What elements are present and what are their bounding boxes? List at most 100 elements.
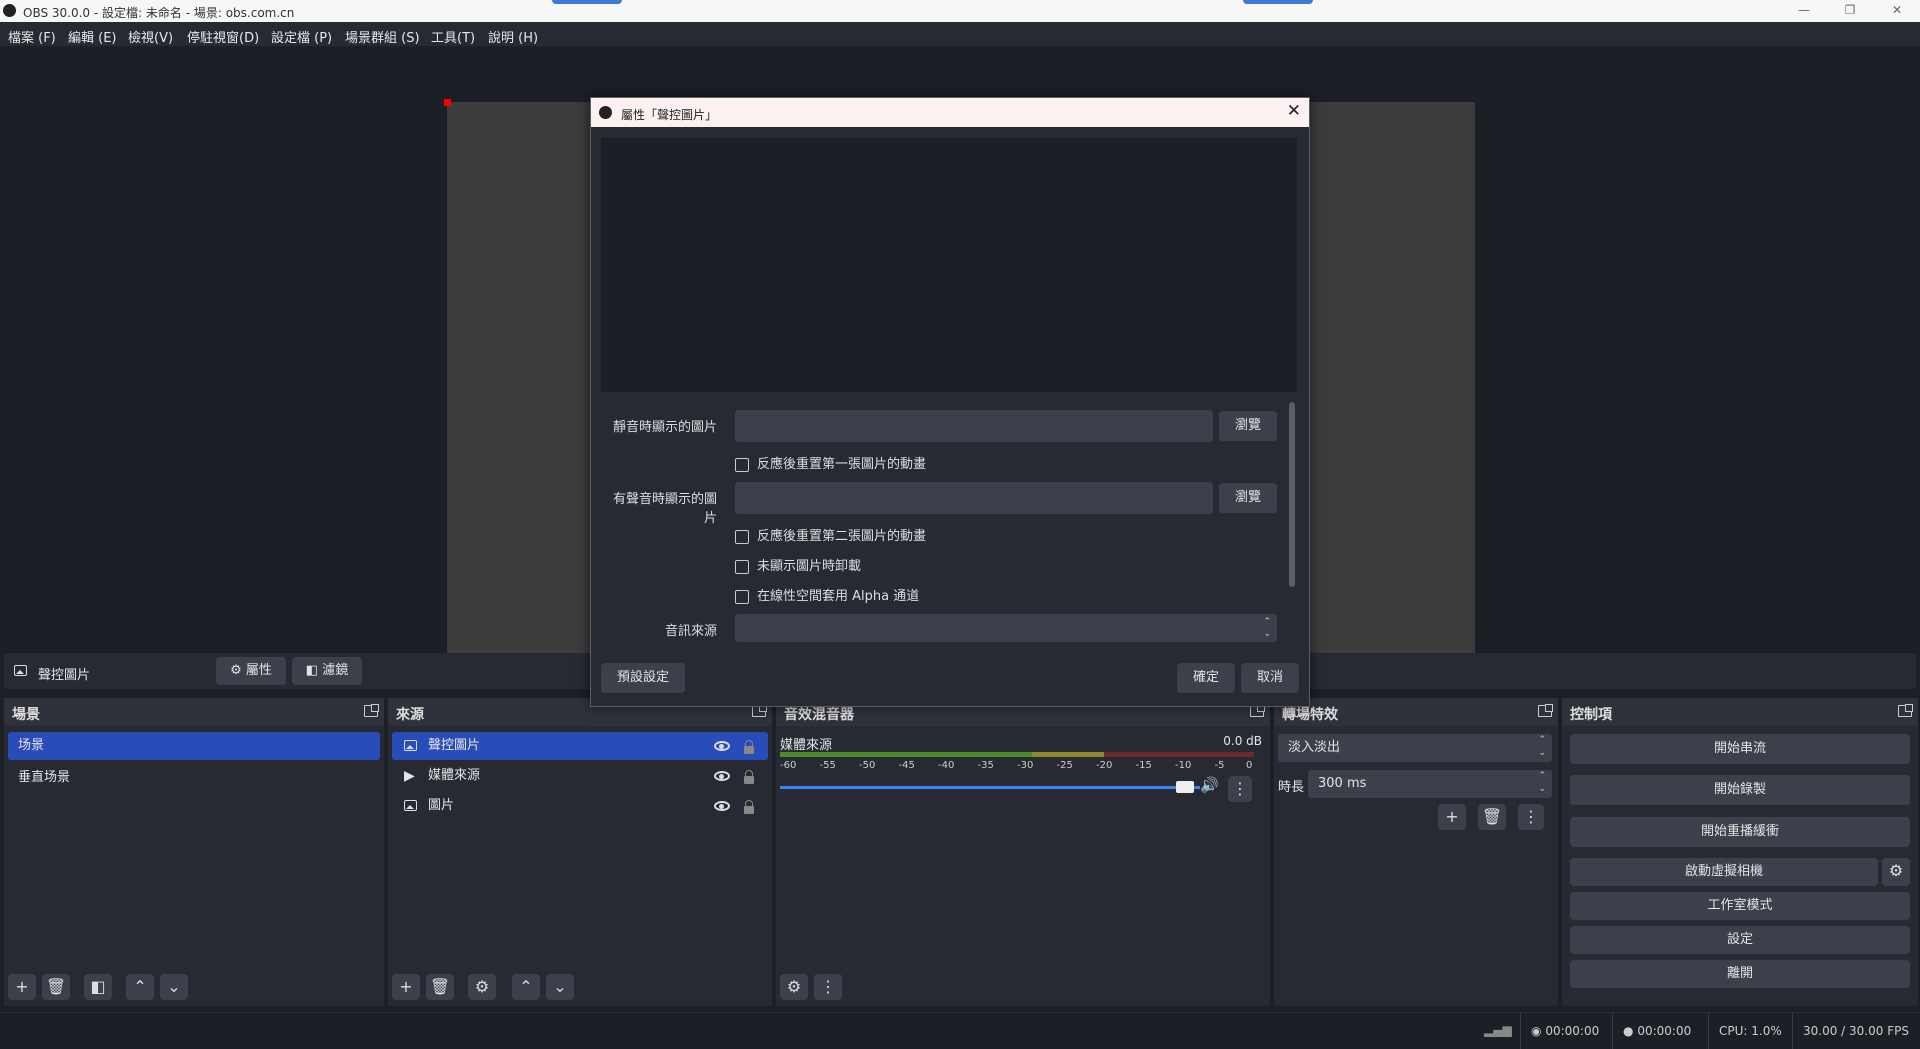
remove-source-button[interactable]: 🗑 — [426, 974, 454, 1000]
scene-item[interactable]: 场景 — [8, 732, 380, 760]
silent-image-path-input[interactable] — [735, 410, 1213, 442]
signal-icon: ▂▄▆ — [1484, 1023, 1512, 1037]
add-scene-button[interactable]: + — [8, 974, 36, 1000]
meter-tick: -45 — [898, 760, 915, 771]
remove-scene-button[interactable]: 🗑 — [42, 974, 70, 1000]
source-item[interactable]: 聲控圖片 — [392, 732, 768, 760]
move-down-button[interactable]: ⌄ — [546, 974, 574, 1000]
menu-profile[interactable]: 設定檔 (P) — [271, 27, 332, 46]
visibility-eye-icon[interactable] — [714, 801, 730, 811]
undock-icon[interactable] — [1538, 704, 1553, 717]
defaults-button[interactable]: 預設設定 — [601, 663, 685, 693]
minimize-button[interactable]: — — [1781, 0, 1827, 22]
source-properties-button[interactable]: ⚙ — [468, 974, 496, 1000]
reset-second-anim-checkbox[interactable]: 反應後重置第二張圖片的動畫 — [735, 525, 926, 544]
menu-view[interactable]: 檢視(V) — [128, 27, 173, 46]
sources-dock: 來源 聲控圖片 ▶ 媒體來源 圖片 + 🗑 ⚙ ⌃ ⌄ — [388, 698, 772, 1006]
transitions-header: 轉場特效 — [1274, 698, 1558, 726]
close-window-button[interactable]: ✕ — [1874, 0, 1920, 22]
scenes-header: 場景 — [4, 698, 384, 726]
speaker-icon[interactable]: 🔊 — [1200, 776, 1219, 794]
add-source-button[interactable]: + — [392, 974, 420, 1000]
source-item[interactable]: 圖片 — [392, 792, 768, 820]
controls-dock: 控制項 開始串流 開始錄製 開始重播緩衝 啟動虛擬相機 ⚙ 工作室模式 設定 離… — [1562, 698, 1918, 1006]
move-up-button[interactable]: ⌃ — [126, 974, 154, 1000]
meter-tick: -5 — [1214, 760, 1225, 771]
browse-sound-button[interactable]: 瀏覽 — [1219, 483, 1277, 513]
visibility-eye-icon[interactable] — [714, 771, 730, 781]
menu-tools[interactable]: 工具(T) — [431, 27, 475, 46]
checkbox-label: 未顯示圖片時卸載 — [757, 559, 862, 574]
scenes-title: 場景 — [12, 707, 40, 723]
mixer-menu-button[interactable]: ⋮ — [814, 974, 842, 1000]
meter-yellow — [1032, 752, 1104, 757]
filters-button[interactable]: ◧ 濾鏡 — [292, 657, 362, 685]
meter-scale: -60 -55 -50 -45 -40 -35 -30 -25 -20 -15 -10 -5 0 — [780, 760, 1254, 774]
move-down-button[interactable]: ⌄ — [160, 974, 188, 1000]
duration-label: 時長 — [1278, 780, 1305, 795]
maximize-button[interactable]: ❐ — [1827, 0, 1873, 22]
studio-mode-button[interactable]: 工作室模式 — [1570, 892, 1910, 920]
reset-first-anim-checkbox[interactable]: 反應後重置第一張圖片的動畫 — [735, 453, 926, 472]
volume-slider-track[interactable] — [780, 786, 1200, 789]
meter-tick: -20 — [1096, 760, 1113, 771]
menu-docks[interactable]: 停駐視窗(D) — [187, 27, 259, 46]
lock-icon[interactable] — [744, 800, 754, 814]
browse-silent-button[interactable]: 瀏覽 — [1219, 411, 1277, 441]
filter-icon: ◧ — [305, 663, 319, 678]
start-streaming-button[interactable]: 開始串流 — [1570, 734, 1910, 764]
menu-help[interactable]: 說明 (H) — [488, 27, 538, 46]
cancel-button[interactable]: 取消 — [1241, 663, 1299, 693]
visibility-eye-icon[interactable] — [714, 741, 730, 751]
cpu-usage: CPU: 1.0% — [1708, 1013, 1782, 1049]
undock-icon[interactable] — [1898, 704, 1913, 717]
top-overlay-button-right[interactable] — [1243, 0, 1313, 4]
mixer-level: 0.0 dB — [1223, 734, 1262, 748]
transition-menu-button[interactable]: ⋮ — [1518, 804, 1544, 830]
unload-hidden-checkbox[interactable]: 未顯示圖片時卸載 — [735, 555, 861, 574]
resize-handle[interactable] — [444, 99, 451, 106]
add-transition-button[interactable]: + — [1438, 804, 1466, 830]
properties-button[interactable]: ⚙ 屬性 — [216, 657, 286, 685]
remove-transition-button[interactable]: 🗑 — [1478, 804, 1506, 830]
lock-icon[interactable] — [744, 740, 754, 754]
scenes-dock: 場景 场景 垂直场景 + 🗑 ◧ ⌃ ⌄ — [4, 698, 384, 1006]
dialog-title: 屬性「聲控圖片」 — [621, 108, 718, 122]
meter-tick: -40 — [938, 760, 955, 771]
undock-icon[interactable] — [364, 704, 379, 717]
top-overlay-button-left[interactable] — [552, 0, 622, 4]
exit-button[interactable]: 離開 — [1570, 960, 1910, 988]
menu-file[interactable]: 檔案 (F) — [8, 27, 56, 46]
close-icon[interactable]: ✕ — [1287, 101, 1301, 121]
start-replay-buffer-button[interactable]: 開始重播緩衝 — [1570, 817, 1910, 847]
linear-alpha-checkbox[interactable]: 在線性空間套用 Alpha 通道 — [735, 585, 919, 604]
menu-scene-collection[interactable]: 場景群組 (S) — [345, 27, 420, 46]
dialog-scrollbar[interactable] — [1289, 402, 1295, 587]
source-item[interactable]: ▶ 媒體來源 — [392, 762, 768, 790]
duration-value: 300 ms — [1318, 776, 1367, 791]
volume-slider-handle[interactable] — [1176, 781, 1194, 793]
sources-title: 來源 — [396, 707, 424, 723]
virtual-camera-settings-gear-icon[interactable]: ⚙ — [1882, 858, 1910, 886]
start-virtual-camera-button[interactable]: 啟動虛擬相機 — [1570, 858, 1878, 886]
image-icon — [404, 740, 417, 751]
scene-filters-button[interactable]: ◧ — [84, 974, 112, 1000]
meter-tick: -50 — [859, 760, 876, 771]
lock-icon[interactable] — [744, 770, 754, 784]
silent-image-label: 靜音時顯示的圖片 — [612, 420, 717, 435]
ok-button[interactable]: 確定 — [1177, 663, 1235, 693]
mixer-settings-button[interactable]: ⚙ — [780, 974, 808, 1000]
sound-image-path-input[interactable] — [735, 482, 1213, 514]
audio-source-select[interactable]: ⌃ ⌄ — [735, 614, 1277, 642]
scene-item[interactable]: 垂直场景 — [8, 764, 380, 792]
settings-button[interactable]: 設定 — [1570, 926, 1910, 954]
transition-select[interactable]: 淡入淡出 ⌃ ⌄ — [1278, 734, 1552, 762]
stream-icon: ◉ — [1531, 1024, 1542, 1038]
obs-logo-icon — [3, 4, 16, 17]
menu-edit[interactable]: 編輯 (E) — [68, 27, 117, 46]
duration-spinbox[interactable]: 300 ms ⌃ ⌄ — [1308, 770, 1552, 798]
window-title: OBS 30.0.0 - 設定檔: 未命名 - 場景: obs.com.cn — [23, 6, 295, 20]
channel-menu-button[interactable]: ⋮ — [1228, 776, 1252, 802]
move-up-button[interactable]: ⌃ — [512, 974, 540, 1000]
start-recording-button[interactable]: 開始錄製 — [1570, 775, 1910, 805]
